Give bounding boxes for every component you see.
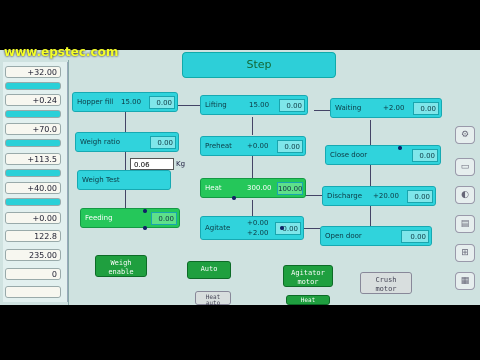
left-bar-1	[5, 110, 61, 118]
column-divider	[68, 60, 69, 305]
left-value-6[interactable]: 122.8	[5, 230, 61, 242]
step-label: Hopper fill	[77, 98, 114, 106]
connector	[304, 228, 320, 229]
step-setpoint: +0.00	[247, 219, 269, 227]
step-label: Preheat	[205, 142, 232, 150]
heat-auto-button[interactable]: Heat auto	[195, 291, 231, 307]
crush-motor-button[interactable]: Crush motor	[360, 272, 412, 294]
left-value-8[interactable]: 0	[5, 268, 61, 280]
step-weigh-ratio[interactable]: Weigh ratio 0.00	[75, 132, 179, 152]
button-label: Auto	[200, 265, 218, 273]
step-lifting[interactable]: Lifting 15.00 0.00	[200, 95, 308, 115]
left-bar-2	[5, 139, 61, 147]
left-value-3[interactable]: +113.5	[5, 153, 61, 165]
agitator-motor-button[interactable]: Agitator motor	[283, 265, 333, 287]
button-label: Heat auto	[205, 294, 221, 307]
step-hopper-fill[interactable]: Hopper fill 15.00 0.00	[72, 92, 178, 112]
left-value-column: +32.00 +0.24 +70.0 +113.5 +40.00 +0.00 1…	[3, 62, 68, 302]
connector	[370, 205, 371, 227]
step-label: Agitate	[205, 224, 231, 232]
page-title: Step	[182, 52, 336, 78]
left-value-5[interactable]: +0.00	[5, 212, 61, 224]
left-value-1[interactable]: +0.24	[5, 94, 61, 106]
connector	[125, 112, 126, 132]
step-label: Lifting	[205, 101, 227, 109]
nav-button-4[interactable]: ⊞	[455, 244, 475, 262]
step-label: Waiting	[335, 104, 362, 112]
step-discharge[interactable]: Discharge +20.00 0.00	[322, 186, 436, 206]
popup-unit: Kg	[176, 160, 186, 168]
step-setpoint: +0.00	[247, 142, 269, 150]
nav-button-2[interactable]: ◐	[455, 186, 475, 204]
step-setpoint: +2.00	[383, 104, 405, 112]
step-value[interactable]: 0.00	[413, 102, 439, 115]
value-popup[interactable]: 0.06	[130, 158, 174, 170]
step-close-door[interactable]: Close door 0.00	[325, 145, 441, 165]
nav-button-1[interactable]: ▭	[455, 158, 475, 176]
step-value[interactable]: 0.00	[412, 149, 438, 162]
step-label: Close door	[330, 151, 368, 159]
step-value[interactable]: 100.00	[277, 182, 303, 195]
step-setpoint: 15.00	[249, 101, 270, 109]
connector	[252, 156, 253, 178]
step-value[interactable]: 0.00	[151, 212, 177, 225]
left-bar-4	[5, 198, 61, 206]
step-open-door[interactable]: Open door 0.00	[320, 226, 432, 246]
button-label: Agitator motor	[291, 269, 325, 286]
step-label: Feeding	[85, 214, 113, 222]
left-bar-0	[5, 82, 61, 90]
status-dot	[398, 146, 402, 150]
step-label: Weigh ratio	[80, 138, 121, 146]
step-value[interactable]: 0.00	[150, 136, 176, 149]
step-feeding[interactable]: Feeding 0.00	[80, 208, 180, 228]
auto-button[interactable]: Auto	[187, 261, 231, 279]
step-label: Discharge	[327, 192, 363, 200]
step-label: Heat	[205, 184, 222, 192]
connector	[125, 152, 126, 170]
step-value[interactable]: 0.00	[277, 140, 303, 153]
left-value-2[interactable]: +70.0	[5, 123, 61, 135]
status-dot	[280, 226, 284, 230]
connector	[252, 117, 253, 135]
button-label: Crush motor	[375, 276, 397, 293]
step-preheat[interactable]: Preheat +0.00 0.00	[200, 136, 306, 156]
nav-button-3[interactable]: ▤	[455, 215, 475, 233]
step-label: Open door	[325, 232, 362, 240]
weigh-enable-button[interactable]: Weigh enable	[95, 255, 147, 277]
nav-button-5[interactable]: ▦	[455, 272, 475, 290]
button-label: Heat	[300, 297, 316, 304]
connector	[370, 120, 371, 145]
heat-button[interactable]: Heat	[286, 295, 330, 305]
step-weigh-test[interactable]: Weigh Test	[77, 170, 171, 190]
connector	[125, 190, 126, 208]
step-value[interactable]: 0.00	[275, 222, 301, 235]
step-label: Weigh Test	[82, 176, 120, 184]
connector	[370, 165, 371, 187]
button-label: Weigh enable	[108, 259, 134, 276]
left-value-9[interactable]	[5, 286, 61, 298]
left-value-7[interactable]: 235.00	[5, 249, 61, 261]
step-value[interactable]: 0.00	[407, 190, 433, 203]
step-setpoint: +20.00	[373, 192, 399, 200]
step-waiting[interactable]: Waiting +2.00 0.00	[330, 98, 442, 118]
step-heat[interactable]: Heat 300.00 100.00	[200, 178, 306, 198]
connector	[252, 200, 253, 216]
step-agitate[interactable]: Agitate +0.00 +2.00 0.00	[200, 216, 304, 240]
step-value[interactable]: 0.00	[401, 230, 429, 243]
step-value[interactable]: 0.00	[279, 99, 305, 112]
status-dot	[143, 209, 147, 213]
left-value-4[interactable]: +40.00	[5, 182, 61, 194]
step-setpoint: 300.00	[247, 184, 272, 192]
connector	[178, 105, 200, 106]
left-bar-3	[5, 169, 61, 177]
watermark: www.epstec.com	[4, 45, 119, 59]
step-setpoint: 15.00	[121, 98, 142, 106]
status-dot	[232, 196, 236, 200]
connector	[314, 110, 330, 111]
status-dot	[143, 226, 147, 230]
left-value-0[interactable]: +32.00	[5, 66, 61, 78]
step-setpoint-2: +2.00	[247, 229, 269, 237]
step-value[interactable]: 0.00	[149, 96, 175, 109]
gear-icon[interactable]: ⚙	[455, 126, 475, 144]
